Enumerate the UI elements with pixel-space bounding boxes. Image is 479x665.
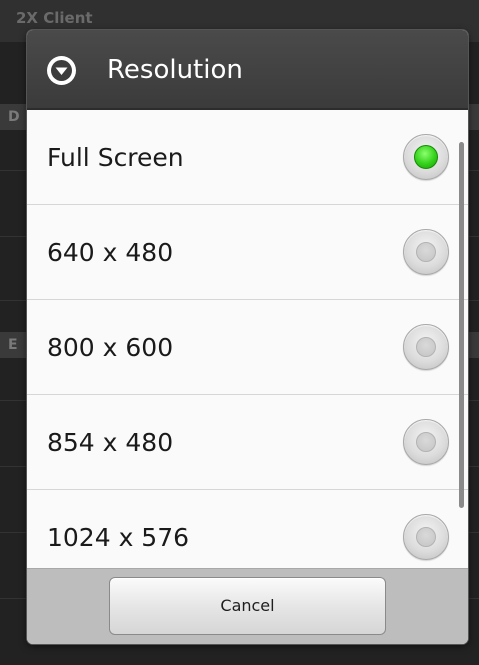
cancel-button[interactable]: Cancel <box>109 577 386 635</box>
resolution-option-640x480[interactable]: 640 x 480 <box>27 205 468 300</box>
option-label: 854 x 480 <box>47 428 174 457</box>
list-scrollbar[interactable] <box>459 142 464 508</box>
chevron-down-circle-icon <box>46 55 77 86</box>
dialog-title: Resolution <box>107 55 243 85</box>
background-app-title: 2X Client <box>16 9 93 27</box>
radio-button-selected[interactable] <box>403 134 449 180</box>
option-label: Full Screen <box>47 143 184 172</box>
option-label: 1024 x 576 <box>47 523 190 552</box>
background-section-label: D <box>8 109 20 125</box>
radio-button[interactable] <box>403 324 449 370</box>
dialog-header: Resolution <box>27 30 468 110</box>
resolution-option-854x480[interactable]: 854 x 480 <box>27 395 468 490</box>
radio-button[interactable] <box>403 514 449 560</box>
background-section-label: E <box>8 337 18 353</box>
radio-indicator-icon <box>414 145 438 169</box>
option-label: 640 x 480 <box>47 238 174 267</box>
radio-indicator-icon <box>416 242 436 262</box>
radio-indicator-icon <box>416 337 436 357</box>
resolution-option-full-screen[interactable]: Full Screen <box>27 110 468 205</box>
dialog-button-bar: Cancel <box>27 568 468 644</box>
radio-indicator-icon <box>416 432 436 452</box>
resolution-dialog: Resolution Full Screen 640 x 480 800 x 6… <box>27 30 468 644</box>
option-label: 800 x 600 <box>47 333 174 362</box>
radio-button[interactable] <box>403 229 449 275</box>
radio-indicator-icon <box>416 527 436 547</box>
resolution-option-1024x576[interactable]: 1024 x 576 <box>27 490 468 568</box>
resolution-option-800x600[interactable]: 800 x 600 <box>27 300 468 395</box>
radio-button[interactable] <box>403 419 449 465</box>
resolution-option-list[interactable]: Full Screen 640 x 480 800 x 600 854 x 48… <box>27 110 468 568</box>
